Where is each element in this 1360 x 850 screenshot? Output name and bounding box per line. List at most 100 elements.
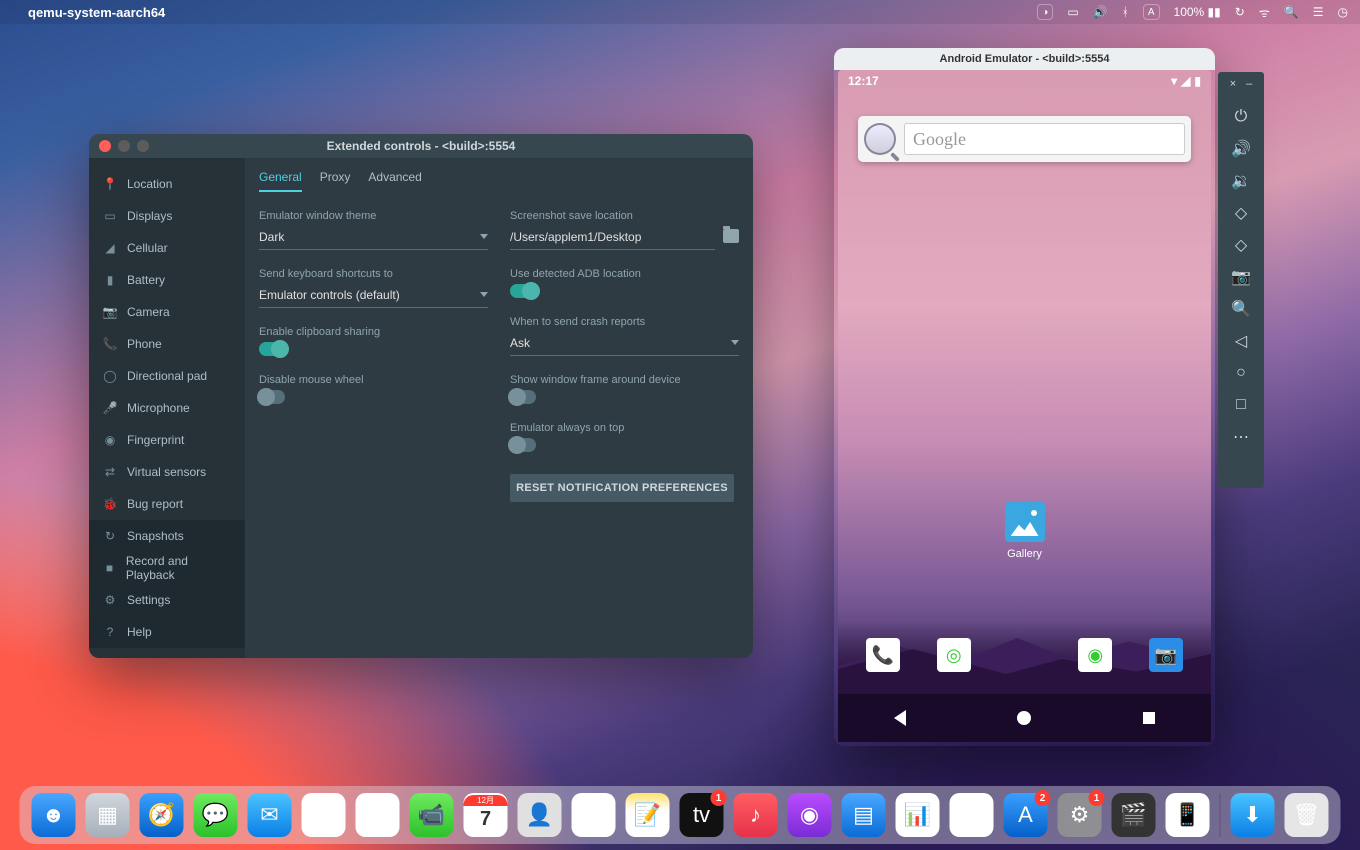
toolbar-back-icon[interactable]: ◁ [1232,332,1250,350]
status-clock-icon[interactable]: ◷ [1338,5,1348,19]
status-spotlight-icon[interactable]: 🔍 [1284,5,1299,19]
status-volume-icon[interactable]: 🔊 [1093,5,1108,19]
dock-podcasts[interactable]: ◉ [788,793,832,837]
dock-tv[interactable]: tv1 [680,793,724,837]
sidebar-item-help[interactable]: ?Help [89,616,245,648]
sidebar-item-settings[interactable]: ⚙Settings [89,584,245,616]
dock-messages[interactable]: 💬 [194,793,238,837]
sidebar-item-phone[interactable]: 📞Phone [89,328,245,360]
dock-appstore[interactable]: A2 [1004,793,1048,837]
nav-home-icon[interactable] [1017,711,1031,725]
sidebar-icon: 🐞 [103,497,117,511]
sidebar-item-cellular[interactable]: ◢Cellular [89,232,245,264]
always-on-top-label: Emulator always on top [510,422,739,434]
sidebar-item-label: Help [127,625,152,639]
toolbar-more-icon[interactable]: ⋯ [1232,428,1250,446]
sidebar-item-battery[interactable]: ▮Battery [89,264,245,296]
dock-calendar[interactable]: 12月7 [464,793,508,837]
dock-music[interactable]: ♪ [734,793,778,837]
dock-finder[interactable]: ☻ [32,793,76,837]
search-box[interactable]: Google [904,123,1185,155]
status-battery-text[interactable]: 100% ▮▮ [1174,5,1221,19]
volume-down-icon[interactable]: 🔉 [1232,172,1250,190]
dock-pages[interactable]: ✎ [950,793,994,837]
reset-notifications-button[interactable]: RESET NOTIFICATION PREFERENCES [510,474,734,502]
sidebar-item-label: Snapshots [127,529,184,543]
zoom-icon[interactable] [137,140,149,152]
dock-downloads[interactable]: ⬇ [1231,793,1275,837]
dock-fcpro[interactable]: 🎬 [1112,793,1156,837]
camera-icon[interactable]: 📷 [1232,268,1250,286]
folder-icon[interactable] [723,229,739,243]
rotate-left-icon[interactable]: ◇ [1232,204,1250,222]
frame-toggle[interactable] [510,390,536,404]
sidebar-item-directional-pad[interactable]: ◯Directional pad [89,360,245,392]
status-screen-icon[interactable]: ▭ [1067,5,1078,19]
toolbar-home-icon[interactable]: ○ [1232,364,1250,382]
power-icon[interactable]: ⏻ [1232,108,1250,126]
android-app[interactable]: ◉ [1078,638,1112,672]
dock-photos[interactable]: ❀ [356,793,400,837]
always-on-top-toggle[interactable] [510,438,536,452]
sidebar-item-virtual-sensors[interactable]: ⇄Virtual sensors [89,456,245,488]
dock-simulator[interactable]: 📱 [1166,793,1210,837]
sidebar-item-snapshots[interactable]: ↻Snapshots [89,520,245,552]
nav-recent-icon[interactable] [1143,712,1155,724]
kbd-shortcut-select[interactable]: Emulator controls (default) [259,282,488,308]
volume-up-icon[interactable]: 🔊 [1232,140,1250,158]
sidebar-item-location[interactable]: 📍Location [89,168,245,200]
status-controlcenter-icon[interactable]: ☰ [1313,5,1324,19]
device-screen[interactable]: 12:17 ▾ ◢ ▮ Google Gallery 📞 ◎ ◉ 📷 [838,70,1211,742]
tab-advanced[interactable]: Advanced [368,170,421,192]
adb-toggle[interactable] [510,284,536,298]
window-titlebar[interactable]: Extended controls - <build>:5554 [89,134,753,158]
toolbar-overview-icon[interactable]: □ [1232,396,1250,414]
sidebar-item-bug-report[interactable]: 🐞Bug report [89,488,245,520]
mousewheel-toggle[interactable] [259,390,285,404]
dock-reminders[interactable]: ☰ [572,793,616,837]
minimize-icon[interactable] [118,140,130,152]
tab-general[interactable]: General [259,170,302,192]
magnifier-icon [864,123,896,155]
search-widget[interactable]: Google [858,116,1191,162]
dock-safari[interactable]: 🧭 [140,793,184,837]
dock-maps[interactable]: 🗺 [302,793,346,837]
sidebar-item-microphone[interactable]: 🎤Microphone [89,392,245,424]
gallery-app[interactable]: Gallery [991,502,1059,560]
nav-back-icon[interactable] [894,710,906,726]
dock-keynote[interactable]: ▤ [842,793,886,837]
tab-proxy[interactable]: Proxy [320,170,351,192]
close-icon[interactable] [99,140,111,152]
theme-select[interactable]: Dark [259,224,488,250]
clipboard-toggle[interactable] [259,342,285,356]
dock-notes[interactable]: 📝 [626,793,670,837]
rotate-right-icon[interactable]: ◇ [1232,236,1250,254]
dock-mail[interactable]: ✉ [248,793,292,837]
screenshot-path-field[interactable]: /Users/applem1/Desktop [510,224,715,250]
dock-settings[interactable]: ⚙1 [1058,793,1102,837]
zoom-in-icon[interactable]: 🔍 [1232,300,1250,318]
emulator-titlebar[interactable]: Android Emulator - <build>:5554 [834,48,1215,70]
messaging-app[interactable]: ◎ [937,638,971,672]
sidebar-item-camera[interactable]: 📷Camera [89,296,245,328]
extended-controls-window: Extended controls - <build>:5554 📍Locati… [89,134,753,658]
toolbar-minimize-icon[interactable]: – [1246,78,1252,90]
dock-launchpad[interactable]: ▦ [86,793,130,837]
dock-contacts[interactable]: 👤 [518,793,562,837]
status-wifi-icon[interactable]: ᯤ [1259,4,1270,21]
sidebar-item-record-and-playback[interactable]: ■Record and Playback [89,552,245,584]
dock-trash[interactable]: 🗑 [1285,793,1329,837]
phone-app[interactable]: 📞 [866,638,900,672]
status-input-icon[interactable]: A [1143,4,1160,20]
status-bluetooth-icon[interactable]: ᚼ [1122,5,1129,19]
sidebar-item-displays[interactable]: ▭Displays [89,200,245,232]
toolbar-close-icon[interactable]: × [1230,78,1236,90]
status-timemachine-icon[interactable]: ↻ [1235,5,1245,19]
camera-app[interactable]: 📷 [1149,638,1183,672]
crash-select[interactable]: Ask [510,330,739,356]
dock-facetime[interactable]: 📹 [410,793,454,837]
dock-numbers[interactable]: 📊 [896,793,940,837]
status-accessibility-icon[interactable]: ◑ [1037,4,1053,20]
sidebar-item-fingerprint[interactable]: ◉Fingerprint [89,424,245,456]
menubar-app-name[interactable]: qemu-system-aarch64 [28,5,165,20]
